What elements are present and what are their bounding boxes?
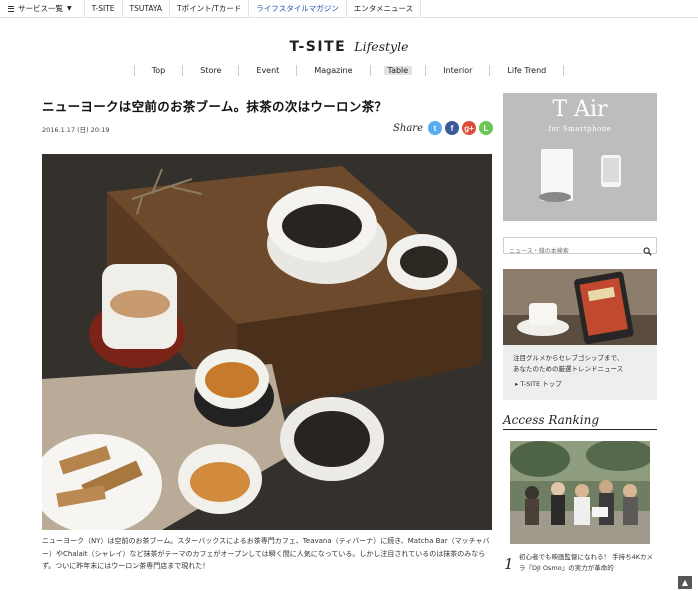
nav-item-store[interactable]: Store <box>183 65 240 76</box>
tair-ad-banner[interactable]: T Air for Smartphone <box>503 93 657 221</box>
share-bar: Share t f g+ L <box>393 121 493 135</box>
topbar-link-entame-news[interactable]: エンタメニュース <box>347 0 422 17</box>
search-icon[interactable] <box>643 241 652 260</box>
nav-item-interior[interactable]: Interior <box>426 65 491 76</box>
nav-item-event[interactable]: Event <box>239 65 298 76</box>
global-header-bar: サービス一覧 ▼ T-SITE TSUTAYA Tポイント/Tカード ライフスタ… <box>0 0 698 18</box>
ranking-item-1-image[interactable] <box>510 441 650 544</box>
tsite-top-promo[interactable]: 注目グルメからセレブゴシップまで、 あなたのための厳選トレンドニュース ▸ T-… <box>503 269 657 400</box>
search-input[interactable] <box>504 244 634 259</box>
promo-text: 注目グルメからセレブゴシップまで、 あなたのための厳選トレンドニュース <box>513 353 623 375</box>
topbar-link-tpoint[interactable]: Tポイント/Tカード <box>170 0 250 17</box>
services-menu-label: サービス一覧 <box>18 4 63 13</box>
article-date: 2016.1.17 (日) 20:19 <box>42 126 110 134</box>
site-search-box <box>503 237 657 259</box>
promo-link[interactable]: ▸ T-SITE トップ <box>515 378 562 388</box>
ranking-item-1-title[interactable]: 初心者でも映画監督になれる！ 手持ち4Kカメラ『DJI Osmo』の実力が革命的 <box>519 552 659 574</box>
promo-text-line1: 注目グルメからセレブゴシップまで、 <box>513 354 624 362</box>
services-menu-button[interactable]: サービス一覧 ▼ <box>0 0 85 17</box>
topbar-link-lifestyle-magazine[interactable]: ライフスタイルマガジン <box>249 0 347 17</box>
article-title: ニューヨークは空前のお茶ブーム。抹茶の次はウーロン茶？ <box>42 99 388 114</box>
topbar-link-tsite[interactable]: T-SITE <box>85 0 123 17</box>
nav-item-life-trend[interactable]: Life Trend <box>490 65 565 76</box>
ranking-item-1-number: 1 <box>504 555 514 573</box>
share-label: Share <box>393 122 423 134</box>
topbar-link-tsutaya[interactable]: TSUTAYA <box>123 0 171 17</box>
facebook-icon[interactable]: f <box>445 121 459 135</box>
promo-image <box>503 269 657 345</box>
site-logo[interactable]: T-SITE Lifestyle <box>0 36 698 55</box>
nav-item-table[interactable]: Table <box>371 65 427 76</box>
article-body: ニューヨーク（NY）は空前のお茶ブーム。スターバックスによるお茶専門カフェ、Te… <box>42 537 490 570</box>
logo-sub: Lifestyle <box>354 39 409 54</box>
category-nav: Top Store Event Magazine Table Interior … <box>0 65 698 76</box>
promo-link-label: T-SITE トップ <box>520 380 562 388</box>
article-hero-image <box>42 154 492 530</box>
nav-item-top[interactable]: Top <box>133 65 184 76</box>
twitter-icon[interactable]: t <box>428 121 442 135</box>
nav-item-magazine[interactable]: Magazine <box>297 65 371 76</box>
promo-text-line2: あなたのための厳選トレンドニュース <box>513 365 624 373</box>
hamburger-icon <box>8 5 14 12</box>
chevron-up-icon: ▲ <box>681 578 689 587</box>
back-to-top-button[interactable]: ▲ <box>678 576 692 589</box>
logo-brand: T-SITE <box>289 39 347 55</box>
ad-device-illustration <box>539 149 621 202</box>
line-icon[interactable]: L <box>479 121 493 135</box>
chevron-down-icon: ▼ <box>67 5 72 12</box>
googleplus-icon[interactable]: g+ <box>462 121 476 135</box>
access-ranking-heading: Access Ranking <box>503 413 657 430</box>
